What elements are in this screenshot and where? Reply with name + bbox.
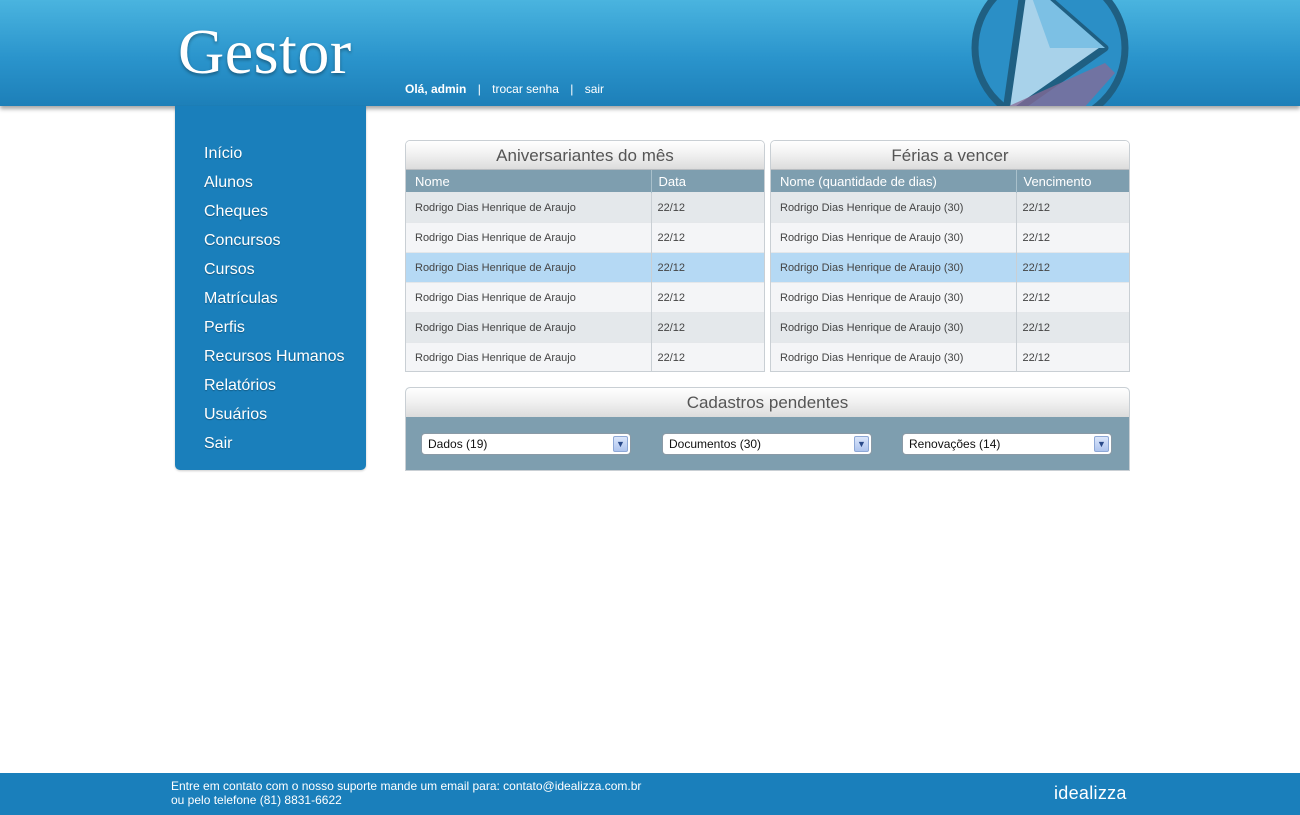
cell-name: Rodrigo Dias Henrique de Araujo (406, 222, 652, 253)
play-triangle-emblem-icon (971, 0, 1129, 106)
change-password-link[interactable]: trocar senha (492, 82, 559, 96)
table-row[interactable]: Rodrigo Dias Henrique de Araujo 22/12 (406, 312, 764, 343)
cell-due: 22/12 (1016, 282, 1129, 313)
cell-name: Rodrigo Dias Henrique de Araujo (30) (771, 252, 1017, 283)
table-row[interactable]: Rodrigo Dias Henrique de Araujo (30) 22/… (771, 342, 1129, 371)
footer: Entre em contato com o nosso suporte man… (0, 773, 1300, 815)
dados-select[interactable]: Dados (19) ▼ (421, 433, 631, 455)
sidebar-item-sair[interactable]: Sair (204, 434, 345, 463)
sidebar-menu: Início Alunos Cheques Concursos Cursos M… (204, 144, 345, 463)
cell-due: 22/12 (1016, 312, 1129, 343)
cell-due: 22/12 (1016, 222, 1129, 253)
table-row[interactable]: Rodrigo Dias Henrique de Araujo 22/12 (406, 282, 764, 313)
cell-due: 22/12 (1016, 252, 1129, 283)
sidebar-item-matriculas[interactable]: Matrículas (204, 289, 345, 318)
chevron-down-icon[interactable]: ▼ (1094, 436, 1109, 452)
birthdays-panel: Aniversariantes do mês Nome Data Rodrigo… (405, 140, 765, 372)
sidebar-item-inicio[interactable]: Início (204, 144, 345, 173)
vacations-panel: Férias a vencer Nome (quantidade de dias… (770, 140, 1130, 372)
vacations-table: Nome (quantidade de dias) Vencimento Rod… (771, 170, 1129, 371)
sidebar-item-alunos[interactable]: Alunos (204, 173, 345, 202)
cell-due: 22/12 (1016, 342, 1129, 371)
user-greeting: Olá, admin (405, 82, 467, 96)
table-row[interactable]: Rodrigo Dias Henrique de Araujo 22/12 (406, 192, 764, 223)
sidebar-item-relatorios[interactable]: Relatórios (204, 376, 345, 405)
cell-name: Rodrigo Dias Henrique de Araujo (30) (771, 342, 1017, 371)
footer-brand-logo[interactable]: idealizza (1054, 783, 1127, 804)
cell-date: 22/12 (651, 282, 764, 313)
cell-name: Rodrigo Dias Henrique de Araujo (30) (771, 222, 1017, 253)
logout-link[interactable]: sair (585, 82, 604, 96)
sidebar-item-cursos[interactable]: Cursos (204, 260, 345, 289)
table-row[interactable]: Rodrigo Dias Henrique de Araujo (30) 22/… (771, 222, 1129, 253)
page: Gestor Olá, admin | trocar senha | sair … (0, 0, 1300, 815)
table-row[interactable]: Rodrigo Dias Henrique de Araujo (30) 22/… (771, 312, 1129, 343)
table-header-row: Nome (quantidade de dias) Vencimento (771, 170, 1129, 193)
select-value: Dados (19) (428, 437, 488, 451)
birthdays-table: Nome Data Rodrigo Dias Henrique de Arauj… (406, 170, 764, 371)
separator: | (570, 82, 574, 96)
cell-date: 22/12 (651, 252, 764, 283)
select-value: Renovações (14) (909, 437, 1001, 451)
column-header-data: Data (651, 170, 764, 193)
column-header-nome: Nome (406, 170, 652, 193)
chevron-down-icon[interactable]: ▼ (613, 436, 628, 452)
cell-date: 22/12 (651, 342, 764, 371)
sidebar-item-perfis[interactable]: Perfis (204, 318, 345, 347)
cell-name: Rodrigo Dias Henrique de Araujo (406, 282, 652, 313)
sidebar: Início Alunos Cheques Concursos Cursos M… (175, 106, 366, 470)
sidebar-item-recursos-humanos[interactable]: Recursos Humanos (204, 347, 345, 376)
pending-title: Cadastros pendentes (406, 388, 1129, 417)
footer-contact-email: Entre em contato com o nosso suporte man… (171, 779, 642, 793)
separator: | (477, 82, 481, 96)
header: Gestor Olá, admin | trocar senha | sair (0, 0, 1300, 106)
sidebar-item-cheques[interactable]: Cheques (204, 202, 345, 231)
user-bar: Olá, admin | trocar senha | sair (405, 82, 604, 96)
documentos-select[interactable]: Documentos (30) ▼ (662, 433, 872, 455)
app-logo[interactable]: Gestor (178, 17, 352, 87)
renovacoes-select[interactable]: Renovações (14) ▼ (902, 433, 1112, 455)
cell-name: Rodrigo Dias Henrique de Araujo (406, 312, 652, 343)
column-header-vencimento: Vencimento (1016, 170, 1129, 193)
pending-registrations-panel: Cadastros pendentes Dados (19) ▼ Documen… (405, 387, 1130, 471)
footer-contact: Entre em contato com o nosso suporte man… (171, 779, 641, 807)
cell-name: Rodrigo Dias Henrique de Araujo (406, 252, 652, 283)
chevron-down-icon[interactable]: ▼ (854, 436, 869, 452)
table-row[interactable]: Rodrigo Dias Henrique de Araujo (30) 22/… (771, 192, 1129, 223)
table-header-row: Nome Data (406, 170, 764, 193)
sidebar-item-usuarios[interactable]: Usuários (204, 405, 345, 434)
table-row-highlighted[interactable]: Rodrigo Dias Henrique de Araujo 22/12 (406, 252, 764, 283)
cell-name: Rodrigo Dias Henrique de Araujo (30) (771, 282, 1017, 313)
cell-due: 22/12 (1016, 192, 1129, 223)
select-value: Documentos (30) (669, 437, 762, 451)
table-row[interactable]: Rodrigo Dias Henrique de Araujo 22/12 (406, 342, 764, 371)
cell-date: 22/12 (651, 192, 764, 223)
cell-name: Rodrigo Dias Henrique de Araujo (30) (771, 192, 1017, 223)
cell-date: 22/12 (651, 222, 764, 253)
vacations-title: Férias a vencer (771, 141, 1129, 170)
cell-name: Rodrigo Dias Henrique de Araujo (406, 342, 652, 371)
cell-name: Rodrigo Dias Henrique de Araujo (406, 192, 652, 223)
column-header-nome-dias: Nome (quantidade de dias) (771, 170, 1017, 193)
table-row[interactable]: Rodrigo Dias Henrique de Araujo 22/12 (406, 222, 764, 253)
table-row-highlighted[interactable]: Rodrigo Dias Henrique de Araujo (30) 22/… (771, 252, 1129, 283)
table-row[interactable]: Rodrigo Dias Henrique de Araujo (30) 22/… (771, 282, 1129, 313)
birthdays-title: Aniversariantes do mês (406, 141, 764, 170)
sidebar-item-concursos[interactable]: Concursos (204, 231, 345, 260)
footer-contact-phone: ou pelo telefone (81) 8831-6622 (171, 793, 342, 807)
cell-name: Rodrigo Dias Henrique de Araujo (30) (771, 312, 1017, 343)
cell-date: 22/12 (651, 312, 764, 343)
